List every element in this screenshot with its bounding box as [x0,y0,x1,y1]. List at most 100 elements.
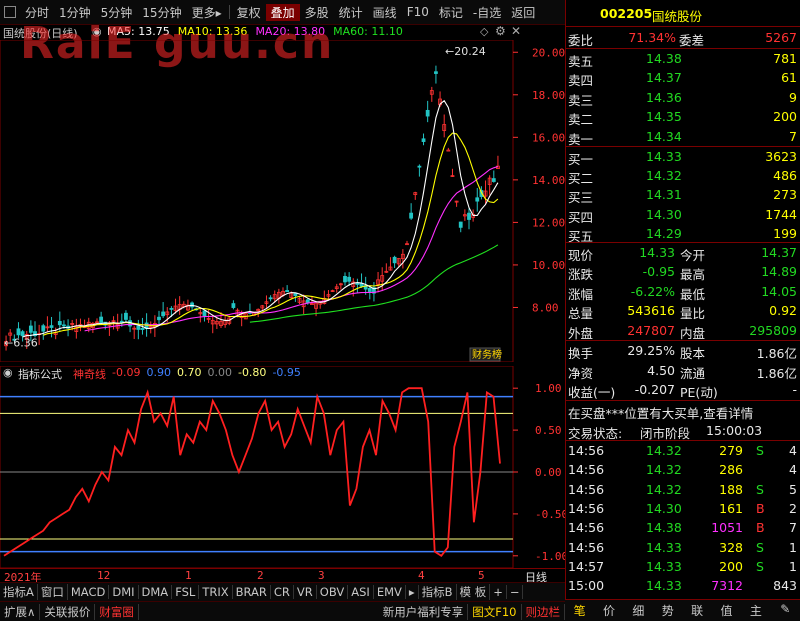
quote-tab[interactable]: 值 [712,600,741,621]
tick-row[interactable]: 14:56 14.33 328 S 1 [566,538,800,558]
indicator-tab[interactable]: DMI [109,585,139,599]
indicator-tab[interactable]: 指标A [0,584,38,600]
indicator-tab[interactable]: 模 板 [457,584,491,600]
order-book-row[interactable]: 卖一 14.34 7 [566,127,800,147]
tick-row[interactable]: 14:56 14.38 1051 B 7 [566,518,800,538]
settings-icon[interactable]: ◇ [480,25,488,38]
quote-tab[interactable]: 价 [594,600,623,621]
big-order-notice[interactable]: 在买盘***位置有大买单,查看详情 [568,403,753,422]
tick-row[interactable]: 14:56 14.32 286 4 [566,460,800,480]
order-book-row[interactable]: 卖二 14.35 200 [566,107,800,127]
order-book-row[interactable]: 买四 14.30 1744 [566,205,800,225]
price-tick-label: 16.00 [532,131,565,144]
toolbar-item[interactable]: 返回 [506,4,540,21]
indicator-chart[interactable]: 1.00 0.50 0.00 -0.50 -1.00 [0,366,565,568]
status-item[interactable]: 则边栏 [522,603,565,620]
order-book-row[interactable]: 买五 14.29 199 [566,224,800,244]
indicator-tab[interactable]: FSL [172,585,200,599]
candle-body [467,212,471,220]
weicha-value: 5267 [765,30,797,45]
time-axis-label: 12 [97,569,111,582]
notice-row[interactable]: 在买盘***位置有大买单,查看详情 [566,401,800,421]
order-book-row[interactable]: 买一 14.33 3623 [566,147,800,167]
window-square-icon[interactable] [4,6,16,18]
candle-body [475,197,480,202]
indicator-tab[interactable]: ASI [348,585,374,599]
candle-body [367,287,372,292]
stat-value: 14.89 [761,264,797,280]
book-level-label: 卖五 [568,54,594,69]
status-item[interactable]: 财富圈 [95,603,139,620]
tick-price: 14.30 [646,500,682,516]
tick-count: 7 [789,520,797,536]
indicator-tab[interactable]: OBV [317,585,349,599]
indicator-tab[interactable]: − [507,585,524,599]
toolbar-item[interactable]: F10 [402,5,434,19]
candle-body [285,290,290,293]
book-level-label: 买四 [568,209,594,225]
tick-row[interactable]: 14:56 14.30 161 B 2 [566,499,800,519]
tick-row[interactable]: 14:56 14.32 188 S 5 [566,480,800,500]
quote-tab[interactable]: 笔 [565,600,594,621]
tick-count: 4 [789,462,797,478]
tick-time: 14:57 [568,558,605,574]
indicator-tab[interactable]: MACD [68,585,110,599]
book-volume: 199 [773,225,797,241]
gear-icon[interactable]: ⚙ [495,24,506,38]
order-book-row[interactable]: 买三 14.31 273 [566,185,800,205]
status-item[interactable]: 关联报价 [40,603,96,620]
indicator-tick-label: 0.00 [535,466,562,479]
candle-body [124,312,128,320]
book-volume: 781 [773,51,797,66]
indicator-tab[interactable]: VR [294,585,317,599]
indicator-tab[interactable]: TRIX [199,585,233,599]
indicator-tab[interactable]: BRAR [233,585,271,599]
tick-volume: 328 [719,539,743,555]
tick-row[interactable]: 15:00 14.33 7312 843 [566,576,800,596]
toolbar-item[interactable]: 标记 [434,4,468,21]
tick-row[interactable]: 14:56 14.32 279 S 4 [566,441,800,461]
indicator-tab[interactable]: EMV [374,585,406,599]
stat-row: 涨跌 -0.95 最高 14.89 [566,262,800,282]
indicator-tab[interactable]: ▸ [406,585,419,599]
price-chart[interactable]: 20.00 18.00 16.00 14.00 12.00 10.00 8.00 ←20.24… [0,40,565,362]
candle-body [57,321,62,326]
candle-body [343,276,347,283]
order-book-row[interactable]: 卖三 14.36 9 [566,88,800,108]
indicator-tab[interactable]: 指标B [419,584,457,600]
quote-tab[interactable]: 联 [683,600,712,621]
order-book-row[interactable]: 卖五 14.38 781 [566,49,800,69]
price-tick-label: 18.00 [532,89,565,102]
quote-tab[interactable]: ✎ [771,600,800,621]
status-item[interactable]: 新用户福利专享 [379,603,469,620]
order-book-row[interactable]: 买二 14.32 486 [566,166,800,186]
candle-body [140,327,145,330]
order-book-row[interactable]: 卖四 14.37 61 [566,68,800,88]
toolbar-item[interactable]: 画线 [368,4,402,21]
toolbar-item[interactable]: -自选 [468,4,506,21]
tick-count: 843 [773,578,797,594]
status-item[interactable]: 图文F10 [468,603,522,620]
indicator-tab[interactable]: + [490,585,507,599]
stat-value: 543616 [627,303,675,319]
book-volume: 7 [789,128,797,144]
tick-direction: B [756,520,765,536]
status-item[interactable]: 扩展∧ [0,603,41,620]
stat-value: 14.05 [761,283,797,299]
quote-tab[interactable]: 势 [653,600,682,621]
quote-tab[interactable]: 细 [624,600,653,621]
quote-tabs: 笔价细势联值主 ✎ [565,599,800,621]
toolbar-item[interactable]: 统计 [334,4,368,21]
close-icon[interactable]: ✕ [511,24,521,38]
tick-count: 1 [789,558,797,574]
stat-label: PE(动) [680,385,718,400]
indicator-tab[interactable]: DMA [139,585,173,599]
tick-price: 14.33 [646,539,682,555]
book-price: 14.31 [646,187,682,203]
quote-tab[interactable]: 主 [741,600,770,621]
tick-row[interactable]: 14:57 14.33 200 S 1 [566,557,800,577]
indicator-tab[interactable]: CR [271,585,294,599]
indicator-tab[interactable]: 窗口 [38,584,68,600]
time-axis-label: 1 [185,569,192,582]
tick-price: 14.33 [646,558,682,574]
